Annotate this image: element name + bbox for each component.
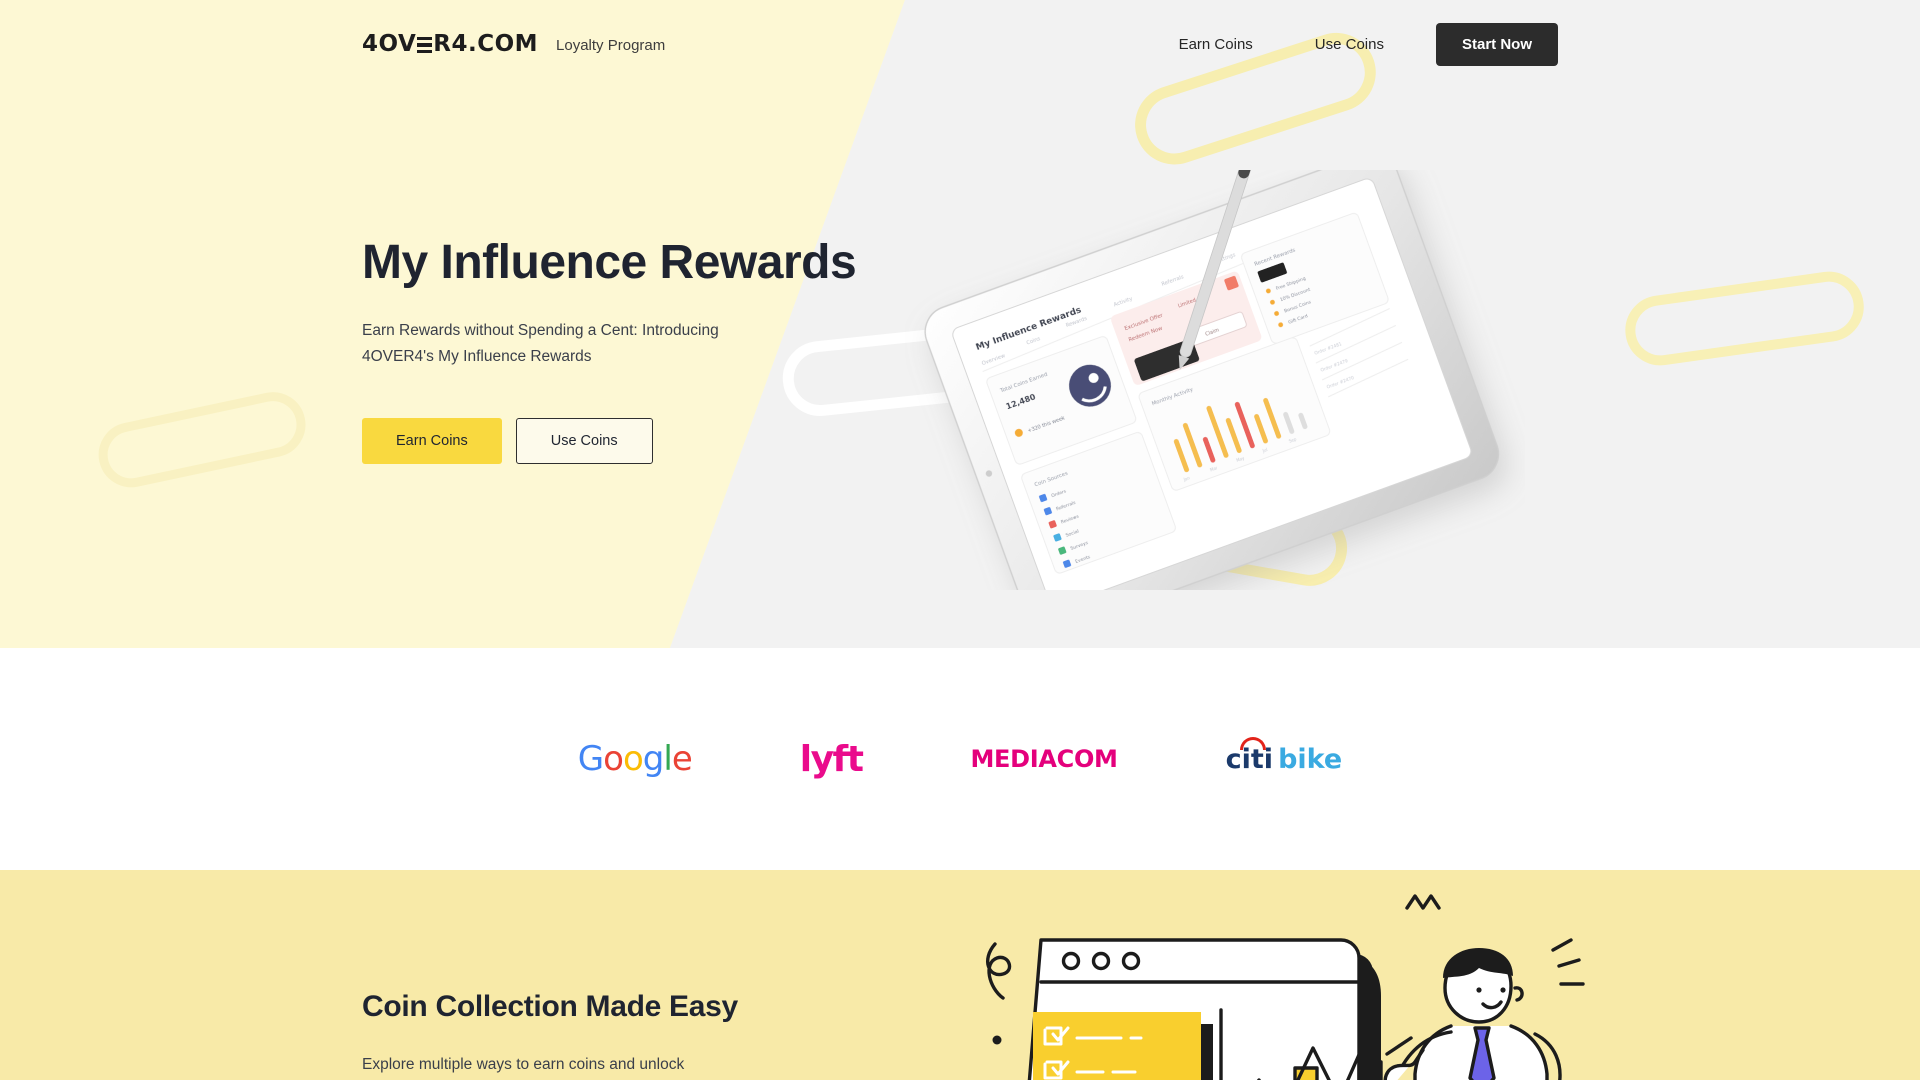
hero-section: 4OV R4.COM Loyalty Program Earn Coins Use…	[0, 0, 1920, 648]
brand-logo-google: Google	[577, 733, 693, 785]
brand-logo-citibike: citi bike	[1226, 733, 1343, 785]
coin-collection-section: Coin Collection Made Easy Explore multip…	[0, 870, 1920, 1080]
logo-stylized-e-icon	[417, 37, 433, 54]
nav-links-group: Earn Coins Use Coins Start Now	[1179, 22, 1558, 66]
start-now-button[interactable]: Start Now	[1435, 22, 1558, 66]
coin-collection-title: Coin Collection Made Easy	[362, 990, 738, 1023]
logo-text-prefix: 4OV	[362, 31, 417, 57]
citibike-arc-icon	[1239, 736, 1266, 750]
hero-subtitle-line-1: Earn Rewards without Spending a Cent: In…	[362, 321, 719, 339]
hero-subtitle-line-2: 4OVER4's My Influence Rewards	[362, 347, 592, 365]
mediacom-logo: MEDIACOM	[970, 745, 1118, 773]
coin-collection-body-line-1: Explore multiple ways to earn coins and …	[362, 1056, 685, 1073]
google-logo: Google	[577, 739, 693, 779]
hero-content: My Influence Rewards Earn Rewards withou…	[362, 236, 982, 464]
tablet-dashboard-illustration: My Influence Rewards Overview Coins Rewar…	[905, 147, 1525, 634]
brand-block[interactable]: 4OV R4.COM Loyalty Program	[362, 31, 665, 57]
hero-subtitle: Earn Rewards without Spending a Cent: In…	[362, 318, 762, 370]
citibike-bike-text: bike	[1278, 743, 1343, 775]
brand-logo-lyft: lyft	[799, 733, 864, 785]
logo-text-suffix: R4.COM	[433, 31, 539, 57]
coin-collection-content: Coin Collection Made Easy Explore multip…	[362, 990, 842, 1080]
nav-link-use-coins[interactable]: Use Coins	[1315, 36, 1384, 53]
earn-coins-button[interactable]: Earn Coins	[362, 417, 502, 464]
brand-logo-mediacom: MEDIACOM	[970, 733, 1118, 785]
coin-collection-illustration	[975, 892, 1595, 1080]
use-coins-button[interactable]: Use Coins	[515, 417, 653, 464]
nav-link-earn-coins[interactable]: Earn Coins	[1179, 36, 1253, 53]
hero-cta-group: Earn Coins Use Coins	[362, 417, 982, 464]
logo-4over4[interactable]: 4OV R4.COM	[362, 31, 538, 57]
brand-logo-strip: Google lyft MEDIACOM citi bike	[0, 648, 1920, 870]
citibike-logo: citi bike	[1226, 736, 1343, 775]
hero-title: My Influence Rewards	[362, 236, 857, 289]
coin-collection-body: Explore multiple ways to earn coins and …	[362, 1052, 842, 1080]
main-navigation: 4OV R4.COM Loyalty Program Earn Coins Use…	[0, 0, 1920, 88]
loyalty-program-label: Loyalty Program	[556, 37, 666, 54]
lyft-logo: lyft	[799, 738, 864, 780]
